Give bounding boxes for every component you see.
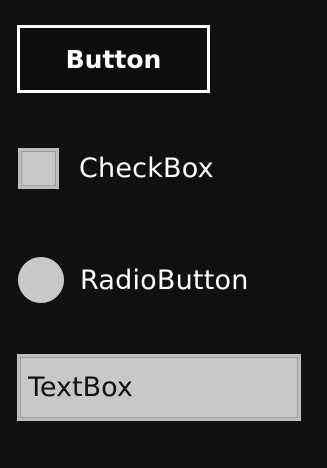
primary-button[interactable]: Button xyxy=(17,25,210,93)
text-box[interactable] xyxy=(17,354,301,421)
checkbox-control[interactable]: CheckBox xyxy=(18,144,214,192)
radio-button-circle[interactable] xyxy=(18,257,64,303)
checkbox-label: CheckBox xyxy=(79,152,214,184)
app-surface: Button CheckBox RadioButton xyxy=(0,0,327,468)
radio-button-label: RadioButton xyxy=(80,264,249,296)
checkbox-square[interactable] xyxy=(18,147,59,189)
radio-button-control[interactable]: RadioButton xyxy=(18,256,249,304)
